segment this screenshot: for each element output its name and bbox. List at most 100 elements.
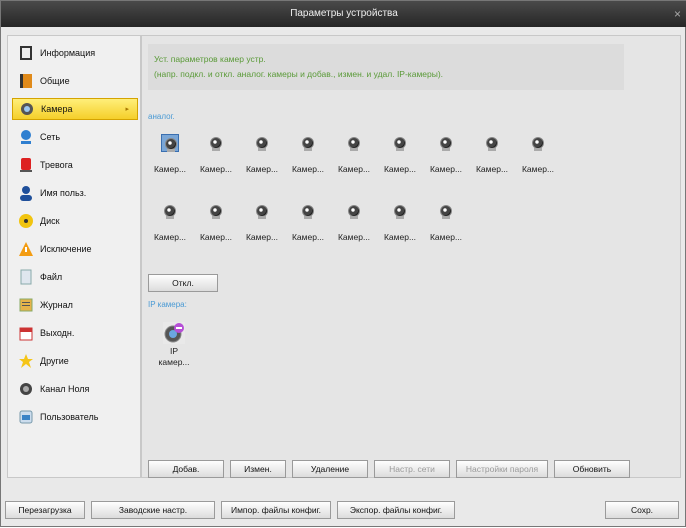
analog-camera-7[interactable]: Камер... <box>424 134 468 184</box>
zero-channel-icon <box>18 381 34 397</box>
camera-icon <box>529 134 547 152</box>
device-parameters-window: Параметры устройства × Информация Общие … <box>0 0 686 527</box>
alarm-icon <box>18 157 34 173</box>
network-settings-button[interactable]: Настр. сети <box>374 460 450 478</box>
disk-icon <box>18 213 34 229</box>
analog-camera-2[interactable]: Камер... <box>194 134 238 184</box>
sidebar-item-label: Файл <box>40 272 63 282</box>
camera-label: Камер... <box>245 232 279 242</box>
analog-camera-14[interactable]: Камер... <box>332 202 376 252</box>
camera-label: Камер... <box>521 164 555 174</box>
camera-label: Камер... <box>337 164 371 174</box>
edit-button[interactable]: Измен. <box>230 460 286 478</box>
sidebar-item-alarm[interactable]: Тревога <box>12 154 138 176</box>
import-config-button[interactable]: Импор. файлы конфиг. <box>221 501 331 519</box>
sidebar-item-log[interactable]: Журнал <box>12 294 138 316</box>
title-bar: Параметры устройства × <box>1 1 686 27</box>
sidebar-item-label: Выходн. <box>40 328 75 338</box>
camera-icon <box>253 202 271 220</box>
camera-label: Камер... <box>199 232 233 242</box>
network-icon <box>18 129 34 145</box>
camera-icon <box>161 202 179 220</box>
camera-label: Камер... <box>383 164 417 174</box>
camera-icon <box>391 134 409 152</box>
analog-camera-6[interactable]: Камер... <box>378 134 422 184</box>
sidebar-item-disk[interactable]: Диск <box>12 210 138 232</box>
factory-reset-button[interactable]: Заводские настр. <box>91 501 215 519</box>
analog-camera-5[interactable]: Камер... <box>332 134 376 184</box>
sidebar-item-network[interactable]: Сеть <box>12 126 138 148</box>
camera-label: Камер... <box>291 232 325 242</box>
analog-camera-16[interactable]: Камер... <box>424 202 468 252</box>
analog-camera-8[interactable]: Камер... <box>470 134 514 184</box>
info-line-1: Уст. параметров камер устр. <box>154 54 266 64</box>
analog-camera-10[interactable]: Камер... <box>148 202 192 252</box>
sidebar-item-camera[interactable]: Камера ▸ <box>12 98 138 120</box>
ip-camera-icon <box>163 322 185 344</box>
camera-icon <box>391 202 409 220</box>
sidebar-item-other[interactable]: Другие <box>12 350 138 372</box>
ip-camera-item[interactable]: IP камер... <box>154 322 194 382</box>
delete-button[interactable]: Удаление <box>292 460 368 478</box>
camera-icon <box>253 134 271 152</box>
camera-label: Камер... <box>245 164 279 174</box>
sidebar-item-label: Диск <box>40 216 60 226</box>
sidebar-item-general[interactable]: Общие <box>12 70 138 92</box>
sidebar-item-label: Сеть <box>40 132 61 142</box>
info-line-2: (напр. подкл. и откл. аналог. камеры и д… <box>154 69 444 79</box>
ip-camera-label-line1: IP <box>169 346 179 356</box>
sidebar-item-file[interactable]: Файл <box>12 266 138 288</box>
disable-button[interactable]: Откл. <box>148 274 218 292</box>
analog-camera-13[interactable]: Камер... <box>286 202 330 252</box>
camera-icon <box>345 202 363 220</box>
sidebar-item-label: Канал Ноля <box>40 384 90 394</box>
camera-icon <box>19 101 35 117</box>
analog-camera-1[interactable]: Камер... <box>148 134 192 184</box>
sidebar-item-label: Информация <box>40 48 96 58</box>
camera-icon <box>207 202 225 220</box>
camera-label: Камер... <box>475 164 509 174</box>
camera-label: Камер... <box>383 232 417 242</box>
save-button[interactable]: Сохр. <box>605 501 679 519</box>
camera-settings-panel: Уст. параметров камер устр. (напр. подкл… <box>141 35 681 478</box>
sidebar-item-custom-user[interactable]: Пользователь <box>12 406 138 428</box>
analog-camera-3[interactable]: Камер... <box>240 134 284 184</box>
password-settings-button[interactable]: Настройки пароля <box>456 460 548 478</box>
sidebar-item-label: Исключение <box>40 244 92 254</box>
warning-icon <box>18 241 34 257</box>
sidebar-item-zero-channel[interactable]: Канал Ноля <box>12 378 138 400</box>
camera-label: Камер... <box>429 232 463 242</box>
info-box: Уст. параметров камер устр. (напр. подкл… <box>148 44 624 90</box>
analog-camera-11[interactable]: Камер... <box>194 202 238 252</box>
add-button[interactable]: Добав. <box>148 460 224 478</box>
camera-label: Камер... <box>337 232 371 242</box>
analog-camera-4[interactable]: Камер... <box>286 134 330 184</box>
close-icon[interactable]: × <box>674 1 681 27</box>
camera-icon <box>299 134 317 152</box>
holiday-icon <box>18 325 34 341</box>
bottom-toolbar: Перезагрузка Заводские настр. Импор. фай… <box>1 497 686 528</box>
camera-label: Камер... <box>291 164 325 174</box>
refresh-button[interactable]: Обновить <box>554 460 630 478</box>
camera-icon <box>299 202 317 220</box>
camera-icon <box>207 134 225 152</box>
log-icon <box>18 297 34 313</box>
sidebar-item-holiday[interactable]: Выходн. <box>12 322 138 344</box>
book-icon <box>18 73 34 89</box>
camera-icon <box>437 202 455 220</box>
analog-camera-12[interactable]: Камер... <box>240 202 284 252</box>
sidebar-item-users[interactable]: Имя польз. <box>12 182 138 204</box>
camera-label: Камер... <box>429 164 463 174</box>
ip-camera-label-line2: камер... <box>158 357 190 367</box>
reboot-button[interactable]: Перезагрузка <box>5 501 85 519</box>
export-config-button[interactable]: Экспор. файлы конфиг. <box>337 501 455 519</box>
info-icon <box>18 45 34 61</box>
sidebar-item-label: Общие <box>40 76 70 86</box>
sidebar-item-label: Имя польз. <box>40 188 87 198</box>
sidebar-item-exception[interactable]: Исключение <box>12 238 138 260</box>
analog-camera-15[interactable]: Камер... <box>378 202 422 252</box>
sidebar-item-label: Тревога <box>40 160 73 170</box>
sidebar-item-info[interactable]: Информация <box>12 42 138 64</box>
window-title: Параметры устройства <box>290 8 398 19</box>
analog-camera-9[interactable]: Камер... <box>516 134 560 184</box>
